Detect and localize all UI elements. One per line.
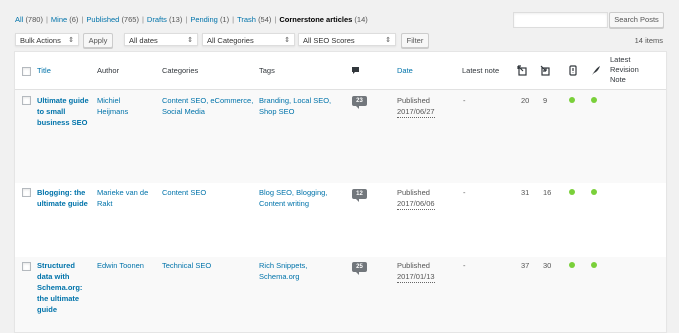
latest-note: -	[463, 96, 466, 105]
table-header: Title Author Categories Tags Date Latest…	[15, 52, 666, 90]
column-latest-note: Latest note	[462, 66, 500, 75]
column-date[interactable]: Date	[397, 66, 413, 75]
post-status: Published	[397, 188, 430, 197]
categories-links[interactable]: Content SEO	[162, 187, 254, 198]
tags-links[interactable]: Blog SEO, Blogging, Content writing	[259, 187, 335, 209]
author-link[interactable]: Michiel Heijmans	[97, 95, 147, 117]
table-row: Blogging: the ultimate guide Marieke van…	[15, 183, 666, 257]
outgoing-links-count: 37	[521, 261, 530, 270]
view-pending-link[interactable]: Pending (1)	[190, 15, 229, 24]
view-mine-link[interactable]: Mine (6)	[51, 15, 79, 24]
post-status-views: All (780) | Mine (6) | Published (765) | Draft…	[15, 15, 368, 24]
row-checkbox[interactable]	[22, 262, 31, 271]
comment-count-bubble[interactable]: 12	[352, 189, 367, 202]
bulk-actions-value: Bulk Actions	[20, 36, 61, 45]
outgoing-links-count: 20	[521, 96, 530, 105]
author-link[interactable]: Edwin Toonen	[97, 260, 157, 271]
categories-caret-icon: ⇕	[284, 37, 290, 44]
categories-select[interactable]: All Categories ⇕	[202, 33, 295, 46]
dates-select[interactable]: All dates ⇕	[124, 33, 198, 46]
dates-caret-icon: ⇕	[187, 37, 193, 44]
seo-scores-caret-icon: ⇕	[385, 37, 391, 44]
column-latest-revision: Latest Revision Note	[610, 55, 639, 84]
column-categories: Categories	[162, 66, 199, 75]
post-date: 2017/06/06	[397, 199, 435, 210]
outgoing-links-count: 31	[521, 188, 530, 197]
author-link[interactable]: Marieke van de Rakt	[97, 187, 153, 209]
post-date: 2017/06/27	[397, 107, 435, 118]
readability-icon	[592, 66, 600, 75]
categories-value: All Categories	[207, 36, 254, 45]
dates-value: All dates	[129, 36, 158, 45]
tags-links[interactable]: Branding, Local SEO, Shop SEO	[259, 95, 337, 117]
post-title-link[interactable]: Blogging: the ultimate guide	[37, 187, 89, 209]
readability-score-dot	[591, 189, 597, 195]
tags-links[interactable]: Rich Snippets, Schema.org	[259, 260, 321, 282]
seo-scores-value: All SEO Scores	[303, 36, 355, 45]
column-author: Author	[97, 66, 120, 75]
apply-button[interactable]: Apply	[83, 33, 113, 48]
readability-score-dot	[591, 262, 597, 268]
items-count: 14 items	[634, 36, 663, 45]
post-status: Published	[397, 261, 430, 270]
categories-links[interactable]: Content SEO, eCommerce, Social Media	[162, 95, 254, 117]
latest-note: -	[463, 261, 466, 270]
seo-score-dot	[569, 97, 575, 103]
filter-button[interactable]: Filter	[401, 33, 429, 48]
seo-scores-select[interactable]: All SEO Scores ⇕	[298, 33, 396, 46]
view-drafts-link[interactable]: Drafts (13)	[147, 15, 182, 24]
posts-table: Title Author Categories Tags Date Latest…	[14, 51, 667, 333]
table-row: Ultimate guide to small business SEO Mic…	[15, 90, 666, 183]
categories-links[interactable]: Technical SEO	[162, 260, 254, 271]
comments-icon[interactable]	[351, 66, 360, 75]
seo-score-icon	[569, 65, 577, 76]
select-all-checkbox[interactable]	[22, 67, 31, 76]
outgoing-links-icon	[517, 65, 527, 76]
seo-score-dot	[569, 262, 575, 268]
row-checkbox[interactable]	[22, 188, 31, 197]
bulk-actions-select[interactable]: Bulk Actions ⇕	[15, 33, 79, 46]
post-title-link[interactable]: Ultimate guide to small business SEO	[37, 95, 89, 128]
seo-score-dot	[569, 189, 575, 195]
incoming-links-count: 30	[543, 261, 552, 270]
comment-count-bubble[interactable]: 25	[352, 262, 367, 275]
incoming-links-count: 16	[543, 188, 552, 197]
view-trash-link[interactable]: Trash (54)	[237, 15, 271, 24]
column-tags: Tags	[259, 66, 275, 75]
incoming-links-count: 9	[543, 96, 548, 105]
comment-count-bubble[interactable]: 23	[352, 96, 367, 109]
column-title[interactable]: Title	[37, 66, 51, 75]
table-row: Structured data with Schema.org: the ult…	[15, 257, 666, 332]
latest-note: -	[463, 188, 466, 197]
bulk-actions-caret-icon: ⇕	[68, 37, 74, 44]
post-date: 2017/01/13	[397, 272, 435, 283]
readability-score-dot	[591, 97, 597, 103]
post-title-link[interactable]: Structured data with Schema.org: the ult…	[37, 260, 89, 315]
search-input[interactable]	[513, 12, 608, 28]
search-posts-button[interactable]: Search Posts	[609, 12, 664, 28]
row-checkbox[interactable]	[22, 96, 31, 105]
post-status: Published	[397, 96, 430, 105]
incoming-links-icon	[540, 65, 550, 76]
view-published-link[interactable]: Published (765)	[86, 15, 139, 24]
view-cornerstone-link[interactable]: Cornerstone articles (14)	[279, 15, 367, 24]
view-all-link[interactable]: All (780)	[15, 15, 43, 24]
